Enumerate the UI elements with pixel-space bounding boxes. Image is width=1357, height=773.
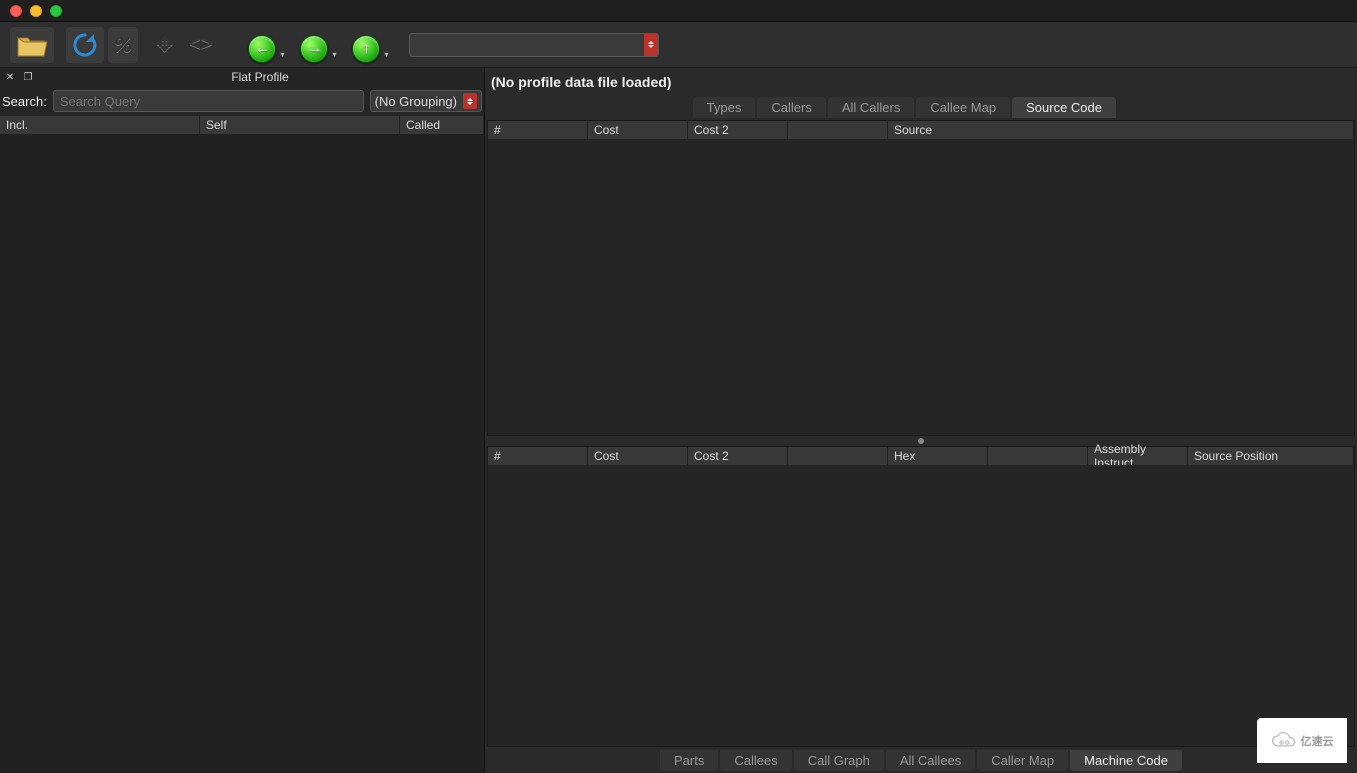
detail-heading: (No profile data file loaded) xyxy=(485,68,1357,96)
move-icon: ✥ xyxy=(156,32,173,57)
tab-call-graph[interactable]: Call Graph xyxy=(794,750,884,771)
pane-splitter[interactable] xyxy=(485,436,1357,446)
window-close-button[interactable] xyxy=(10,5,22,17)
function-selector-combo[interactable] xyxy=(409,33,659,57)
percent-icon: % xyxy=(114,32,132,58)
column-header[interactable]: Cost xyxy=(588,447,688,465)
column-header[interactable]: Source Position xyxy=(1188,447,1354,465)
flat-profile-column-headers[interactable]: Incl. Self Called xyxy=(0,116,484,134)
tab-source-code[interactable]: Source Code xyxy=(1012,97,1116,118)
flat-profile-dock: ✕ ❐ Flat Profile Search: (No Grouping) I… xyxy=(0,68,485,773)
machine-pane-column-headers[interactable]: # Cost Cost 2 Hex Assembly Instruct Sour… xyxy=(488,447,1354,465)
column-header[interactable] xyxy=(788,121,888,139)
main-toolbar: % ✥ <> ← ▾ → ▾ ↑ ▾ xyxy=(0,22,1357,68)
grouping-select[interactable]: (No Grouping) xyxy=(370,90,482,112)
search-label: Search: xyxy=(2,94,47,109)
window-minimize-button[interactable] xyxy=(30,5,42,17)
combo-stepper-icon xyxy=(644,34,658,56)
column-header[interactable]: Cost xyxy=(588,121,688,139)
tab-machine-code[interactable]: Machine Code xyxy=(1070,750,1182,771)
dock-float-icon[interactable]: ❐ xyxy=(22,71,34,83)
nav-up-button[interactable]: ↑ ▾ xyxy=(346,27,394,63)
tab-all-callers[interactable]: All Callers xyxy=(828,97,915,118)
tab-caller-map[interactable]: Caller Map xyxy=(977,750,1068,771)
chevron-down-icon: ▾ xyxy=(384,50,388,59)
upper-tab-bar: Types Callers All Callers Callee Map Sou… xyxy=(485,96,1357,120)
chevron-down-icon: ▾ xyxy=(332,50,336,59)
select-stepper-icon xyxy=(463,93,477,109)
watermark: 亿速云 xyxy=(1257,718,1347,763)
machine-code-pane: # Cost Cost 2 Hex Assembly Instruct Sour… xyxy=(487,446,1355,747)
column-header[interactable]: Cost 2 xyxy=(688,447,788,465)
nav-back-button[interactable]: ← ▾ xyxy=(242,27,290,63)
percent-button[interactable]: % xyxy=(108,27,138,63)
window-titlebar xyxy=(0,0,1357,22)
source-pane-body xyxy=(488,139,1354,435)
grouping-value: (No Grouping) xyxy=(375,94,457,109)
tab-types[interactable]: Types xyxy=(693,97,756,118)
lower-tab-bar: Parts Callees Call Graph All Callees Cal… xyxy=(485,747,1357,773)
cloud-icon xyxy=(1271,731,1297,751)
move-button[interactable]: ✥ xyxy=(150,27,179,63)
machine-pane-body xyxy=(488,465,1354,746)
open-file-button[interactable] xyxy=(10,27,54,63)
column-header[interactable]: Hex xyxy=(888,447,988,465)
dock-titlebar[interactable]: ✕ ❐ Flat Profile xyxy=(0,68,484,86)
detail-view: (No profile data file loaded) Types Call… xyxy=(485,68,1357,773)
column-header[interactable]: Assembly Instruct xyxy=(1088,447,1188,465)
column-header[interactable]: Cost 2 xyxy=(688,121,788,139)
window-zoom-button[interactable] xyxy=(50,5,62,17)
watermark-text: 亿速云 xyxy=(1301,733,1334,749)
tab-callee-map[interactable]: Callee Map xyxy=(916,97,1010,118)
grip-dot-icon xyxy=(918,438,924,444)
angle-brackets-icon: <> xyxy=(189,33,212,56)
nav-forward-button[interactable]: → ▾ xyxy=(294,27,342,63)
reload-button[interactable] xyxy=(66,27,104,63)
tab-callers[interactable]: Callers xyxy=(757,97,825,118)
column-header[interactable]: Incl. xyxy=(0,116,200,134)
column-header[interactable] xyxy=(988,447,1088,465)
tab-callees[interactable]: Callees xyxy=(720,750,791,771)
search-input[interactable] xyxy=(53,90,364,112)
column-header[interactable] xyxy=(788,447,888,465)
cycle-detect-button[interactable]: <> xyxy=(183,27,218,63)
arrow-right-icon: → xyxy=(306,40,322,58)
column-header[interactable]: # xyxy=(488,121,588,139)
column-header[interactable]: # xyxy=(488,447,588,465)
source-pane-column-headers[interactable]: # Cost Cost 2 Source xyxy=(488,121,1354,139)
dock-title: Flat Profile xyxy=(40,70,480,84)
column-header[interactable]: Called xyxy=(400,116,484,134)
chevron-down-icon: ▾ xyxy=(280,50,284,59)
tab-parts[interactable]: Parts xyxy=(660,750,718,771)
arrow-up-icon: ↑ xyxy=(362,40,370,58)
column-header[interactable]: Self xyxy=(200,116,400,134)
arrow-left-icon: ← xyxy=(254,40,270,58)
folder-open-icon xyxy=(16,32,48,58)
column-header[interactable]: Source xyxy=(888,121,1354,139)
source-code-pane: # Cost Cost 2 Source xyxy=(487,120,1355,436)
tab-all-callees[interactable]: All Callees xyxy=(886,750,975,771)
flat-profile-table-body xyxy=(0,134,484,773)
refresh-icon xyxy=(72,32,98,58)
dock-close-icon[interactable]: ✕ xyxy=(4,71,16,83)
